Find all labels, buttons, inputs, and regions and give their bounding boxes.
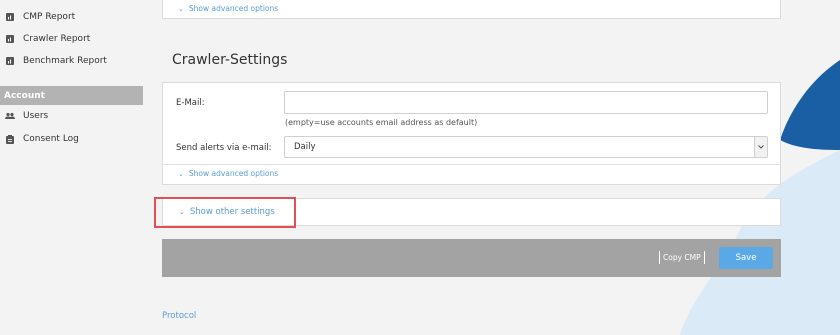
chevron-down-icon: ⌄ (178, 169, 184, 178)
chevron-down-icon: ⌄ (178, 4, 184, 13)
sidebar-item-label: Crawler Report (23, 34, 91, 44)
sidebar-item-label: Users (23, 111, 49, 121)
users-icon (5, 111, 15, 121)
sidebar-item-cmp-report[interactable]: CMP Report (0, 7, 143, 27)
sidebar-section-label: Account (4, 90, 45, 101)
page-title: Crawler-Settings (172, 52, 288, 68)
sidebar-item-label: Benchmark Report (23, 56, 107, 66)
copy-cmp-button[interactable]: Copy CMP (659, 251, 705, 264)
sidebar-item-label: CMP Report (23, 12, 76, 22)
divider (163, 164, 780, 165)
deco-dark-shape (780, 60, 840, 150)
email-input[interactable] (284, 91, 768, 114)
chevron-down-icon (754, 137, 767, 157)
top-show-advanced-link[interactable]: ⌄ Show advanced options (178, 4, 278, 13)
highlight-annotation (154, 197, 296, 228)
alerts-label: Send alerts via e-mail: (176, 143, 272, 153)
protocol-link[interactable]: Protocol (162, 311, 196, 321)
action-bar: Copy CMP Save (162, 239, 781, 277)
alerts-select[interactable]: Daily (284, 136, 768, 158)
sidebar-item-consent-log[interactable]: Consent Log (0, 129, 143, 149)
save-button[interactable]: Save (719, 247, 773, 269)
report-icon (5, 34, 15, 44)
crawler-show-advanced-link[interactable]: ⌄ Show advanced options (178, 169, 278, 178)
sidebar-item-crawler-report[interactable]: Crawler Report (0, 29, 143, 49)
sidebar-item-users[interactable]: Users (0, 106, 143, 126)
top-settings-panel: ⌄ Show advanced options (162, 0, 781, 19)
email-hint: (empty=use accounts email address as def… (285, 118, 478, 127)
alerts-select-value: Daily (294, 142, 316, 152)
email-label: E-Mail: (176, 98, 205, 108)
report-icon (5, 12, 15, 22)
sidebar: CMP Report Crawler Report Benchmark Repo… (0, 0, 143, 335)
report-icon (5, 56, 15, 66)
sidebar-section-account: Account (0, 86, 143, 105)
sidebar-item-benchmark-report[interactable]: Benchmark Report (0, 51, 143, 71)
crawler-settings-panel: E-Mail: (empty=use accounts email addres… (162, 82, 781, 185)
advanced-link-label: Show advanced options (188, 4, 279, 13)
advanced-link-label: Show advanced options (188, 169, 279, 178)
sidebar-item-label: Consent Log (23, 134, 79, 144)
log-icon (5, 134, 15, 144)
